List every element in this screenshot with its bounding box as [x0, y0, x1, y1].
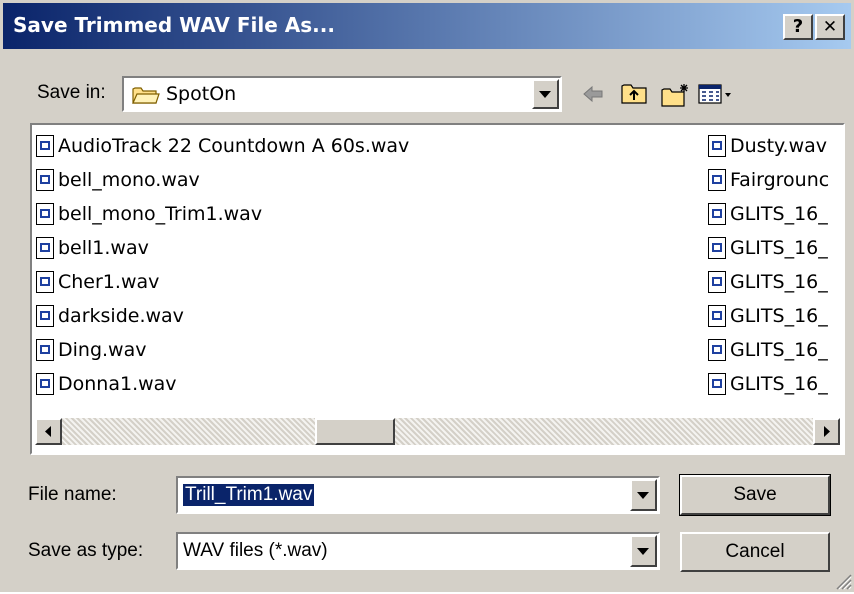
- up-folder-icon[interactable]: [620, 82, 648, 106]
- list-item[interactable]: GLITS_16_: [708, 200, 843, 230]
- chevron-down-icon: [539, 91, 551, 98]
- list-item[interactable]: bell1.wav: [36, 234, 686, 264]
- resize-grip-icon[interactable]: [832, 570, 852, 594]
- close-button[interactable]: ✕: [815, 14, 845, 40]
- wav-file-icon: [36, 203, 54, 225]
- wav-file-icon: [708, 271, 726, 293]
- list-item[interactable]: GLITS_16_: [708, 268, 843, 298]
- file-list[interactable]: AudioTrack 22 Countdown A 60s.wav bell_m…: [30, 123, 845, 455]
- file-name-label: File name:: [28, 484, 117, 505]
- wav-file-icon: [708, 339, 726, 361]
- save-as-type-label: Save as type:: [28, 540, 144, 561]
- scrollbar-thumb[interactable]: [315, 418, 395, 445]
- back-arrow-icon[interactable]: [580, 82, 606, 106]
- list-item[interactable]: Cher1.wav: [36, 268, 686, 298]
- wav-file-icon: [708, 203, 726, 225]
- save-in-combo[interactable]: SpotOn: [122, 76, 562, 112]
- list-item[interactable]: Ding.wav: [36, 336, 686, 366]
- list-item[interactable]: GLITS_16_: [708, 336, 843, 366]
- list-item[interactable]: bell_mono_Trim1.wav: [36, 200, 686, 230]
- title-bar[interactable]: Save Trimmed WAV File As... ? ✕: [3, 3, 851, 49]
- list-item[interactable]: GLITS_16_: [708, 370, 843, 400]
- scroll-right-button[interactable]: [813, 418, 840, 445]
- chevron-down-icon: [637, 492, 649, 499]
- list-item[interactable]: Fairgrounc: [708, 166, 843, 196]
- list-item[interactable]: AudioTrack 22 Countdown A 60s.wav: [36, 132, 686, 162]
- list-item[interactable]: Dusty.wav: [708, 132, 843, 162]
- folder-icon: [132, 85, 160, 109]
- wav-file-icon: [36, 305, 54, 327]
- wav-file-icon: [36, 339, 54, 361]
- file-name-value: Trill_Trim1.wav: [183, 484, 315, 506]
- wav-file-icon: [36, 237, 54, 259]
- wav-file-icon: [36, 169, 54, 191]
- list-item[interactable]: darkside.wav: [36, 302, 686, 332]
- view-menu-icon[interactable]: [698, 82, 734, 106]
- wav-file-icon: [708, 373, 726, 395]
- horizontal-scrollbar[interactable]: [35, 418, 840, 445]
- new-folder-icon[interactable]: [660, 82, 692, 107]
- save-button[interactable]: Save: [679, 474, 831, 516]
- file-name-dropdown-button[interactable]: [630, 479, 657, 511]
- list-item[interactable]: bell_mono.wav: [36, 166, 686, 196]
- triangle-left-icon: [45, 426, 51, 437]
- save-as-type-select[interactable]: WAV files (*.wav): [176, 532, 660, 570]
- dialog-title: Save Trimmed WAV File As...: [13, 13, 335, 37]
- help-button[interactable]: ?: [783, 14, 813, 40]
- wav-file-icon: [708, 135, 726, 157]
- save-in-value: SpotOn: [166, 83, 237, 105]
- file-name-input[interactable]: Trill_Trim1.wav: [176, 476, 660, 514]
- list-item[interactable]: GLITS_16_: [708, 302, 843, 332]
- wav-file-icon: [708, 237, 726, 259]
- save-in-label: Save in:: [37, 82, 106, 103]
- save-in-dropdown-button[interactable]: [532, 79, 559, 109]
- save-dialog: Save Trimmed WAV File As... ? ✕ Save in:…: [0, 0, 854, 592]
- wav-file-icon: [36, 373, 54, 395]
- wav-file-icon: [36, 135, 54, 157]
- save-as-type-dropdown-button[interactable]: [630, 535, 657, 567]
- triangle-right-icon: [824, 426, 830, 437]
- list-item[interactable]: Donna1.wav: [36, 370, 686, 400]
- cancel-button[interactable]: Cancel: [680, 532, 830, 572]
- wav-file-icon: [36, 271, 54, 293]
- wav-file-icon: [708, 169, 726, 191]
- list-item[interactable]: GLITS_16_: [708, 234, 843, 264]
- wav-file-icon: [708, 305, 726, 327]
- chevron-down-icon: [637, 548, 649, 555]
- save-as-type-value: WAV files (*.wav): [183, 540, 328, 561]
- scroll-left-button[interactable]: [35, 418, 62, 445]
